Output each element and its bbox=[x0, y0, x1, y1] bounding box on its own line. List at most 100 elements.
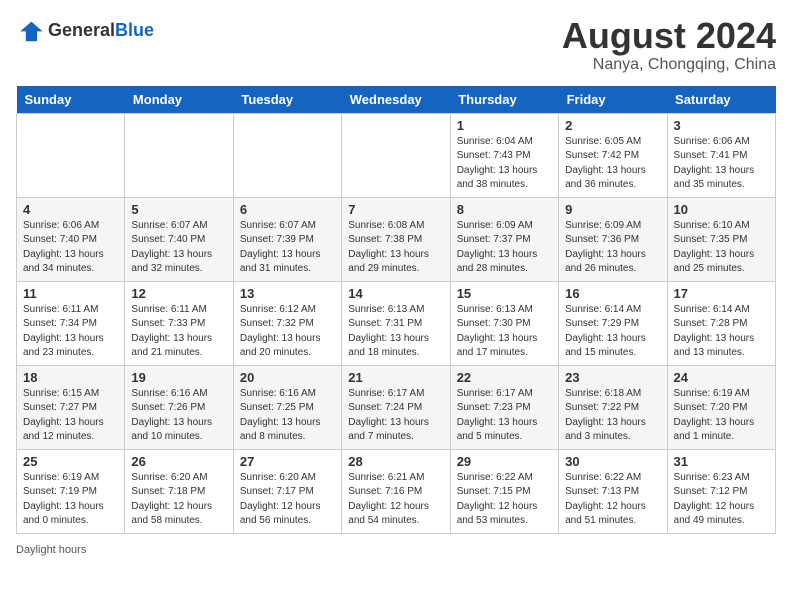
day-info: Sunrise: 6:19 AM Sunset: 7:19 PM Dayligh… bbox=[23, 471, 118, 529]
calendar-cell: 22Sunrise: 6:17 AM Sunset: 7:23 PM Dayli… bbox=[450, 365, 558, 449]
day-info: Sunrise: 6:04 AM Sunset: 7:43 PM Dayligh… bbox=[457, 135, 552, 193]
calendar-table: SundayMondayTuesdayWednesdayThursdayFrid… bbox=[16, 86, 776, 534]
day-number: 13 bbox=[240, 286, 335, 301]
calendar-cell: 5Sunrise: 6:07 AM Sunset: 7:40 PM Daylig… bbox=[125, 197, 233, 281]
day-info: Sunrise: 6:09 AM Sunset: 7:36 PM Dayligh… bbox=[565, 219, 660, 277]
day-info: Sunrise: 6:13 AM Sunset: 7:30 PM Dayligh… bbox=[457, 303, 552, 361]
day-number: 4 bbox=[23, 202, 118, 217]
day-info: Sunrise: 6:14 AM Sunset: 7:29 PM Dayligh… bbox=[565, 303, 660, 361]
day-number: 30 bbox=[565, 454, 660, 469]
day-number: 3 bbox=[674, 118, 769, 133]
day-info: Sunrise: 6:18 AM Sunset: 7:22 PM Dayligh… bbox=[565, 387, 660, 445]
day-info: Sunrise: 6:23 AM Sunset: 7:12 PM Dayligh… bbox=[674, 471, 769, 529]
day-info: Sunrise: 6:11 AM Sunset: 7:34 PM Dayligh… bbox=[23, 303, 118, 361]
calendar-cell: 1 Sunrise: 6:04 AM Sunset: 7:43 PM Daylig… bbox=[450, 113, 558, 197]
logo-general-text: General bbox=[48, 20, 115, 40]
calendar-cell: 2 Sunrise: 6:05 AM Sunset: 7:42 PM Daylig… bbox=[559, 113, 667, 197]
calendar-cell: 27 Sunrise: 6:20 AM Sunset: 7:17 PM Dayli… bbox=[233, 449, 341, 533]
calendar-cell: 14 Sunrise: 6:13 AM Sunset: 7:31 PM Dayli… bbox=[342, 281, 450, 365]
day-number: 11 bbox=[23, 286, 118, 301]
day-info: Sunrise: 6:20 AM Sunset: 7:18 PM Dayligh… bbox=[131, 471, 226, 529]
calendar-cell: 23Sunrise: 6:18 AM Sunset: 7:22 PM Dayli… bbox=[559, 365, 667, 449]
day-number: 2 bbox=[565, 118, 660, 133]
day-info: Sunrise: 6:17 AM Sunset: 7:23 PM Dayligh… bbox=[457, 387, 552, 445]
weekday-header-sunday: Sunday bbox=[17, 86, 125, 114]
calendar-cell: 17 Sunrise: 6:14 AM Sunset: 7:28 PM Dayli… bbox=[667, 281, 775, 365]
day-info: Sunrise: 6:09 AM Sunset: 7:37 PM Dayligh… bbox=[457, 219, 552, 277]
day-number: 14 bbox=[348, 286, 443, 301]
weekday-header-row: SundayMondayTuesdayWednesdayThursdayFrid… bbox=[17, 86, 776, 114]
day-info: Sunrise: 6:07 AM Sunset: 7:39 PM Dayligh… bbox=[240, 219, 335, 277]
day-number: 5 bbox=[131, 202, 226, 217]
calendar-cell: 19 Sunrise: 6:16 AM Sunset: 7:26 PM Dayli… bbox=[125, 365, 233, 449]
calendar-cell: 15 Sunrise: 6:13 AM Sunset: 7:30 PM Dayli… bbox=[450, 281, 558, 365]
calendar-cell: 18 Sunrise: 6:15 AM Sunset: 7:27 PM Dayli… bbox=[17, 365, 125, 449]
calendar-week-row: 18 Sunrise: 6:15 AM Sunset: 7:27 PM Dayli… bbox=[17, 365, 776, 449]
calendar-cell: 31 Sunrise: 6:23 AM Sunset: 7:12 PM Dayli… bbox=[667, 449, 775, 533]
calendar-cell bbox=[233, 113, 341, 197]
day-info: Sunrise: 6:14 AM Sunset: 7:28 PM Dayligh… bbox=[674, 303, 769, 361]
calendar-cell: 24 Sunrise: 6:19 AM Sunset: 7:20 PM Dayli… bbox=[667, 365, 775, 449]
day-number: 15 bbox=[457, 286, 552, 301]
calendar-cell: 10 Sunrise: 6:10 AM Sunset: 7:35 PM Dayli… bbox=[667, 197, 775, 281]
title-block: August 2024 Nanya, Chongqing, China bbox=[562, 16, 776, 74]
day-number: 28 bbox=[348, 454, 443, 469]
calendar-cell: 12Sunrise: 6:11 AM Sunset: 7:33 PM Dayli… bbox=[125, 281, 233, 365]
day-number: 20 bbox=[240, 370, 335, 385]
day-info: Sunrise: 6:16 AM Sunset: 7:26 PM Dayligh… bbox=[131, 387, 226, 445]
day-info: Sunrise: 6:22 AM Sunset: 7:15 PM Dayligh… bbox=[457, 471, 552, 529]
day-info: Sunrise: 6:16 AM Sunset: 7:25 PM Dayligh… bbox=[240, 387, 335, 445]
weekday-header-tuesday: Tuesday bbox=[233, 86, 341, 114]
calendar-cell: 26 Sunrise: 6:20 AM Sunset: 7:18 PM Dayli… bbox=[125, 449, 233, 533]
day-info: Sunrise: 6:22 AM Sunset: 7:13 PM Dayligh… bbox=[565, 471, 660, 529]
day-number: 17 bbox=[674, 286, 769, 301]
day-number: 18 bbox=[23, 370, 118, 385]
day-number: 6 bbox=[240, 202, 335, 217]
weekday-header-friday: Friday bbox=[559, 86, 667, 114]
day-info: Sunrise: 6:05 AM Sunset: 7:42 PM Dayligh… bbox=[565, 135, 660, 193]
day-number: 9 bbox=[565, 202, 660, 217]
calendar-cell: 28 Sunrise: 6:21 AM Sunset: 7:16 PM Dayli… bbox=[342, 449, 450, 533]
day-number: 31 bbox=[674, 454, 769, 469]
calendar-cell bbox=[17, 113, 125, 197]
day-number: 21 bbox=[348, 370, 443, 385]
calendar-cell: 7Sunrise: 6:08 AM Sunset: 7:38 PM Daylig… bbox=[342, 197, 450, 281]
calendar-cell: 3 Sunrise: 6:06 AM Sunset: 7:41 PM Daylig… bbox=[667, 113, 775, 197]
weekday-header-monday: Monday bbox=[125, 86, 233, 114]
calendar-cell: 11 Sunrise: 6:11 AM Sunset: 7:34 PM Dayli… bbox=[17, 281, 125, 365]
day-info: Sunrise: 6:06 AM Sunset: 7:40 PM Dayligh… bbox=[23, 219, 118, 277]
calendar-week-row: 4 Sunrise: 6:06 AM Sunset: 7:40 PM Daylig… bbox=[17, 197, 776, 281]
day-info: Sunrise: 6:12 AM Sunset: 7:32 PM Dayligh… bbox=[240, 303, 335, 361]
day-number: 1 bbox=[457, 118, 552, 133]
day-number: 8 bbox=[457, 202, 552, 217]
calendar-cell: 9 Sunrise: 6:09 AM Sunset: 7:36 PM Daylig… bbox=[559, 197, 667, 281]
day-number: 26 bbox=[131, 454, 226, 469]
day-number: 24 bbox=[674, 370, 769, 385]
day-info: Sunrise: 6:20 AM Sunset: 7:17 PM Dayligh… bbox=[240, 471, 335, 529]
day-info: Sunrise: 6:21 AM Sunset: 7:16 PM Dayligh… bbox=[348, 471, 443, 529]
day-info: Sunrise: 6:15 AM Sunset: 7:27 PM Dayligh… bbox=[23, 387, 118, 445]
day-number: 19 bbox=[131, 370, 226, 385]
calendar-cell: 29 Sunrise: 6:22 AM Sunset: 7:15 PM Dayli… bbox=[450, 449, 558, 533]
day-info: Sunrise: 6:10 AM Sunset: 7:35 PM Dayligh… bbox=[674, 219, 769, 277]
day-info: Sunrise: 6:19 AM Sunset: 7:20 PM Dayligh… bbox=[674, 387, 769, 445]
calendar-cell: 4 Sunrise: 6:06 AM Sunset: 7:40 PM Daylig… bbox=[17, 197, 125, 281]
calendar-week-row: 1 Sunrise: 6:04 AM Sunset: 7:43 PM Daylig… bbox=[17, 113, 776, 197]
day-info: Sunrise: 6:13 AM Sunset: 7:31 PM Dayligh… bbox=[348, 303, 443, 361]
day-number: 25 bbox=[23, 454, 118, 469]
day-number: 29 bbox=[457, 454, 552, 469]
day-number: 12 bbox=[131, 286, 226, 301]
day-info: Sunrise: 6:06 AM Sunset: 7:41 PM Dayligh… bbox=[674, 135, 769, 193]
logo-blue-text: Blue bbox=[115, 20, 154, 40]
day-number: 27 bbox=[240, 454, 335, 469]
day-info: Sunrise: 6:08 AM Sunset: 7:38 PM Dayligh… bbox=[348, 219, 443, 277]
calendar-cell: 20 Sunrise: 6:16 AM Sunset: 7:25 PM Dayli… bbox=[233, 365, 341, 449]
calendar-cell bbox=[125, 113, 233, 197]
calendar-cell: 6 Sunrise: 6:07 AM Sunset: 7:39 PM Daylig… bbox=[233, 197, 341, 281]
footer: Daylight hours bbox=[16, 544, 776, 556]
location-subtitle: Nanya, Chongqing, China bbox=[562, 56, 776, 74]
day-number: 10 bbox=[674, 202, 769, 217]
calendar-cell: 30 Sunrise: 6:22 AM Sunset: 7:13 PM Dayli… bbox=[559, 449, 667, 533]
calendar-cell: 13 Sunrise: 6:12 AM Sunset: 7:32 PM Dayli… bbox=[233, 281, 341, 365]
weekday-header-thursday: Thursday bbox=[450, 86, 558, 114]
